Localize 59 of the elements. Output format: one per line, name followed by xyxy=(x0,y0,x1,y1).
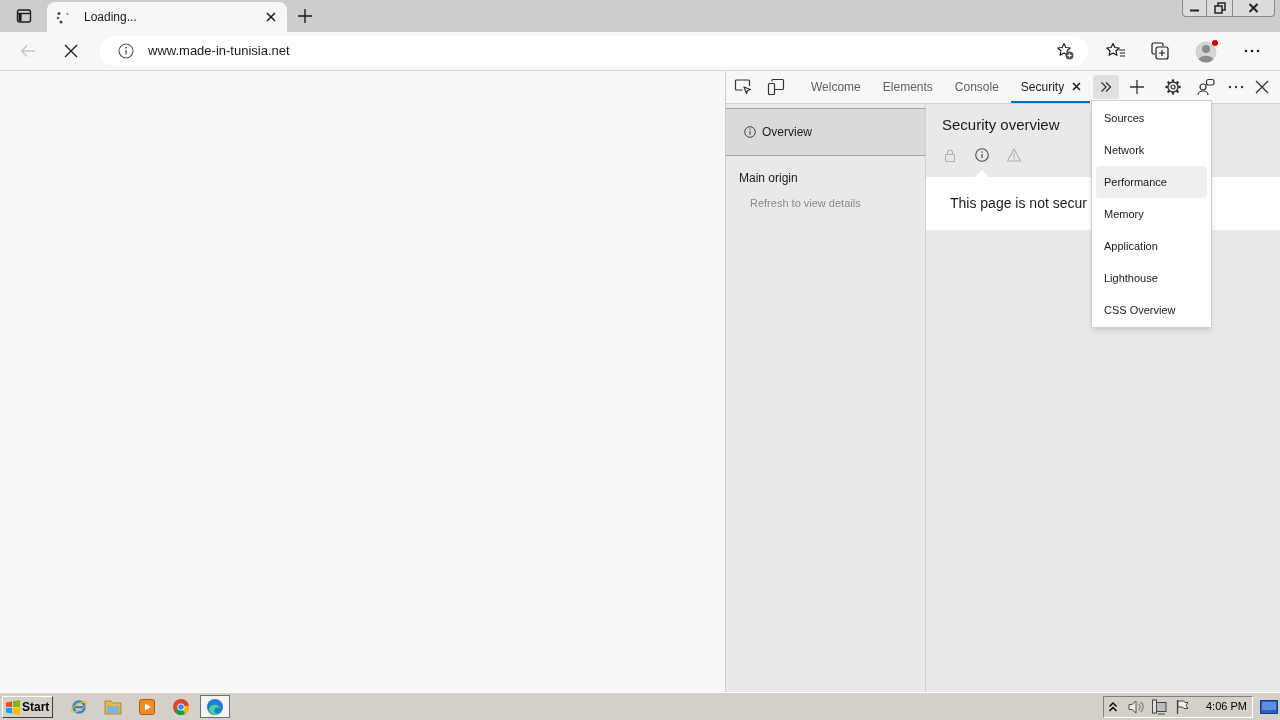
swirl-icon xyxy=(206,697,224,716)
url-text: www.made-in-tunisia.net xyxy=(148,42,290,61)
taskbar-button[interactable] xyxy=(200,695,230,718)
close-icon xyxy=(1255,80,1270,94)
segmented-circle-icon xyxy=(172,697,190,716)
menu-item[interactable]: Application xyxy=(1096,230,1207,262)
menu-item[interactable]: Sources xyxy=(1096,102,1207,134)
settings-icon xyxy=(1164,78,1183,96)
panel-title: Security overview xyxy=(942,115,1060,135)
devtools-tab[interactable]: Elements xyxy=(872,71,943,103)
close-icon xyxy=(1071,81,1081,91)
speaker-icon[interactable] xyxy=(1127,698,1145,715)
star-list-icon xyxy=(1106,42,1126,60)
devtools-tab[interactable]: Console xyxy=(944,71,1009,103)
menu-item[interactable]: CSS Overview xyxy=(1096,294,1207,326)
flag-icon[interactable] xyxy=(1175,698,1189,715)
section-title: Main origin xyxy=(739,170,798,186)
monitor-icon xyxy=(1260,699,1278,714)
info-icon[interactable] xyxy=(118,43,134,59)
show-desktop-button[interactable] xyxy=(1260,698,1278,715)
folder-icon xyxy=(104,697,122,716)
hint-text: Refresh to view details xyxy=(750,196,861,210)
close-icon xyxy=(266,12,276,22)
browser-tab[interactable]: Loading... xyxy=(47,2,287,32)
menu-item[interactable]: Performance xyxy=(1096,166,1207,198)
person-chat-icon xyxy=(1197,78,1216,96)
star-plus-icon xyxy=(1056,42,1074,60)
play-icon xyxy=(138,697,156,716)
status-message: This page is not secur xyxy=(950,194,1087,213)
address-bar[interactable]: www.made-in-tunisia.net xyxy=(100,36,1088,66)
add-favorite-button[interactable] xyxy=(1054,40,1076,62)
device-icon xyxy=(767,78,785,96)
tab-panel-icon xyxy=(16,8,32,24)
pane-flag-icon xyxy=(5,698,21,715)
devtools-tab[interactable]: Welcome xyxy=(801,71,871,103)
menu-item[interactable]: Lighthouse xyxy=(1096,262,1207,294)
more-icon xyxy=(1244,49,1260,53)
collections-icon xyxy=(1150,41,1170,61)
clock-text: 4:06 PM xyxy=(1206,699,1247,715)
more-icon xyxy=(1228,85,1245,89)
menu-item[interactable]: Memory xyxy=(1096,198,1207,230)
double-chevron-icon xyxy=(1099,80,1114,94)
globe-orbit-icon xyxy=(70,697,88,716)
avatar-icon xyxy=(1195,39,1219,63)
computer-icon[interactable] xyxy=(1151,698,1167,715)
close-tab-button[interactable] xyxy=(1070,79,1083,93)
sidebar-item[interactable]: Overview xyxy=(726,108,925,156)
menu-item[interactable]: Network xyxy=(1096,134,1207,166)
inspect-icon xyxy=(734,78,752,96)
devtools-tab[interactable]: Security xyxy=(1010,71,1091,103)
chevron-up-icon xyxy=(1108,700,1118,713)
more-tabs-button[interactable] xyxy=(1093,75,1120,99)
info-icon xyxy=(744,126,756,138)
start-button[interactable]: Start xyxy=(2,695,53,718)
info-icon[interactable] xyxy=(975,148,989,162)
plus-icon xyxy=(1129,79,1146,95)
plus-icon xyxy=(297,8,313,24)
restore-icon xyxy=(1213,2,1226,14)
close-icon xyxy=(1248,3,1259,13)
